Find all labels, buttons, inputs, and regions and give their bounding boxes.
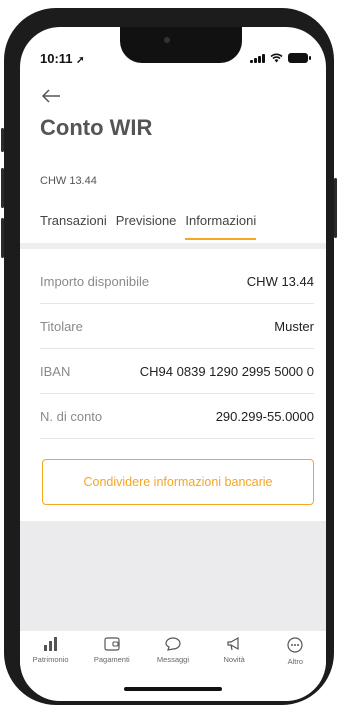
signal-icon xyxy=(250,53,265,63)
side-button xyxy=(1,128,4,152)
phone-frame: 10:11 ➚ Conto WIR CHW 13.44 Transazioni … xyxy=(1,8,337,705)
info-row-titolare: Titolare Muster xyxy=(40,304,314,349)
empty-area xyxy=(20,521,326,641)
side-button xyxy=(1,218,4,258)
info-row-importo: Importo disponibile CHW 13.44 xyxy=(40,259,314,304)
megaphone-icon xyxy=(227,637,239,651)
info-list: Importo disponibile CHW 13.44 Titolare M… xyxy=(40,259,314,439)
side-button xyxy=(1,168,4,208)
status-time: 10:11 ➚ xyxy=(40,51,85,66)
chat-bubble-icon xyxy=(165,637,181,651)
info-value: CHW 13.44 xyxy=(246,273,314,289)
tabbar-item-pagamenti[interactable]: Pagamenti xyxy=(82,637,142,664)
more-icon xyxy=(287,637,303,653)
tabbar-label: Novità xyxy=(223,655,245,664)
section-divider xyxy=(20,243,326,249)
notch xyxy=(120,27,242,63)
home-indicator[interactable] xyxy=(124,687,222,691)
camera xyxy=(164,37,170,43)
tabbar-item-altro[interactable]: Altro xyxy=(265,637,325,666)
tab-previsione[interactable]: Previsione xyxy=(116,213,177,240)
tabbar-label: Pagamenti xyxy=(93,655,130,664)
info-label: N. di conto xyxy=(40,408,103,424)
tab-bar-top: Transazioni Previsione Informazioni xyxy=(40,213,257,240)
tabbar-item-messaggi[interactable]: Messaggi xyxy=(143,637,203,664)
screen: 10:11 ➚ Conto WIR CHW 13.44 Transazioni … xyxy=(20,27,326,701)
wifi-icon xyxy=(270,53,283,63)
share-bank-info-button[interactable]: Condividere informazioni bancarie xyxy=(42,459,314,505)
location-icon: ➚ xyxy=(76,55,85,66)
battery-icon xyxy=(288,53,311,63)
tab-informazioni[interactable]: Informazioni xyxy=(185,213,257,240)
tabbar-label: Messaggi xyxy=(156,655,190,664)
wallet-icon xyxy=(104,637,120,651)
info-label: Importo disponibile xyxy=(40,273,150,289)
info-value: CH94 0839 1290 2995 5000 0 xyxy=(139,363,314,379)
tabbar-item-novita[interactable]: Novità xyxy=(204,637,264,664)
back-arrow-icon[interactable] xyxy=(40,87,62,105)
tabbar-item-patrimonio[interactable]: Patrimonio xyxy=(21,637,81,664)
info-label: IBAN xyxy=(40,363,71,379)
tab-transazioni[interactable]: Transazioni xyxy=(40,213,107,240)
status-icons xyxy=(250,53,311,63)
account-balance: CHW 13.44 xyxy=(40,175,97,187)
info-value: 290.299-55.0000 xyxy=(215,408,314,424)
info-row-iban: IBAN CH94 0839 1290 2995 5000 0 xyxy=(40,349,314,394)
info-label: Titolare xyxy=(40,318,83,334)
page-title: Conto WIR xyxy=(40,115,153,140)
status-time-text: 10:11 xyxy=(40,51,73,66)
bar-chart-icon xyxy=(43,637,57,651)
tabbar-label: Altro xyxy=(287,657,304,666)
bottom-tab-bar: Patrimonio Pagamenti Messaggi Novità Alt… xyxy=(20,631,326,685)
info-row-conto: N. di conto 290.299-55.0000 xyxy=(40,394,314,439)
side-button xyxy=(334,178,337,238)
tabbar-label: Patrimonio xyxy=(32,655,69,664)
info-value: Muster xyxy=(274,318,314,334)
